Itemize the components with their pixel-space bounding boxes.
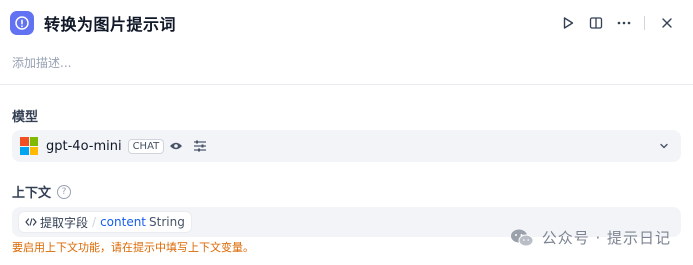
watermark: 公众号 · 提示日记: [510, 227, 671, 248]
more-icon[interactable]: [610, 9, 638, 37]
header-actions: [554, 9, 681, 37]
context-label: 上下文 ?: [12, 182, 72, 201]
info-icon: [10, 11, 34, 35]
variable-name: content: [100, 215, 147, 229]
model-label: 模型: [12, 106, 38, 125]
close-icon[interactable]: [653, 9, 681, 37]
microsoft-logo-icon: [20, 137, 38, 155]
variable-node: 提取字段: [40, 215, 89, 230]
wechat-logo-icon: [510, 229, 534, 246]
parameters-icon[interactable]: [192, 138, 208, 154]
node-title[interactable]: 转换为图片提示词: [44, 11, 176, 35]
run-icon[interactable]: [554, 9, 582, 37]
context-variable-tag[interactable]: 提取字段 / content String: [18, 211, 192, 233]
chevron-down-icon: [660, 143, 668, 149]
divider: [0, 84, 693, 85]
variable-type: String: [149, 215, 185, 229]
eye-icon: [168, 138, 184, 154]
model-label-text: 模型: [12, 110, 39, 125]
context-warning: 要启用上下文功能，请在提示中填写上下文变量。: [12, 241, 254, 254]
mode-badge: CHAT: [127, 138, 165, 154]
code-icon: [25, 216, 37, 228]
model-selector[interactable]: gpt-4o-mini CHAT: [12, 130, 681, 162]
context-label-text: 上下文: [12, 186, 52, 201]
help-icon[interactable]: ?: [57, 184, 72, 199]
variable-separator: /: [92, 215, 97, 229]
header-divider: [644, 16, 645, 30]
model-name: gpt-4o-mini: [46, 138, 122, 154]
description-input[interactable]: 添加描述...: [12, 54, 71, 71]
panel-icon[interactable]: [582, 9, 610, 37]
watermark-text: 公众号 · 提示日记: [541, 229, 671, 247]
node-header: 转换为图片提示词: [10, 9, 681, 37]
